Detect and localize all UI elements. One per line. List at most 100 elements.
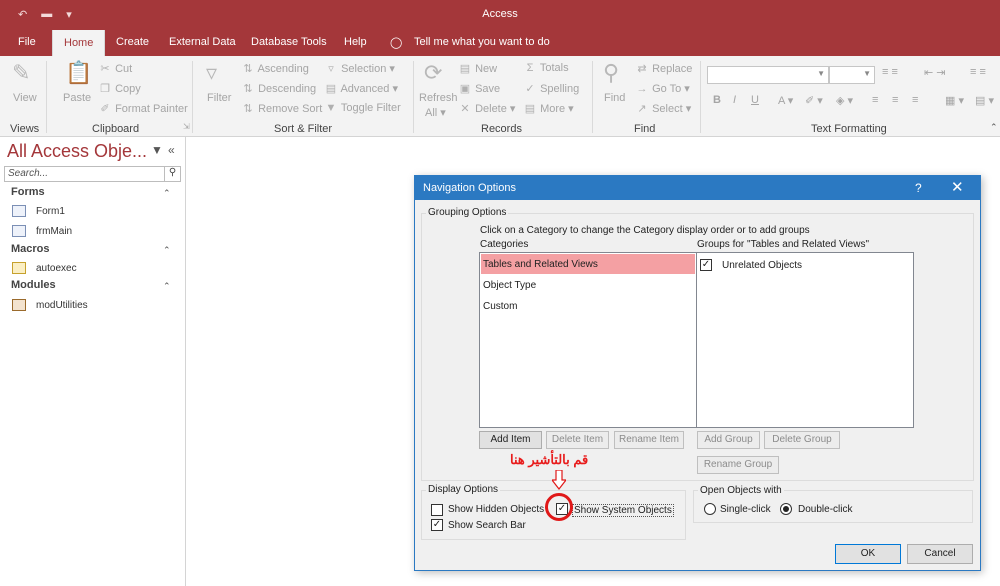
collapse-forms-icon[interactable]: ⌃ [163,188,171,199]
show-system-label[interactable]: Show System Objects [572,504,674,517]
find-button[interactable]: Find [604,92,625,104]
delete-record-button[interactable]: ✕ Delete ▾ [458,102,515,115]
view-button[interactable]: View [13,92,37,104]
show-search-label[interactable]: Show Search Bar [448,520,526,531]
unrelated-objects-checkbox[interactable]: ✓ [700,259,712,271]
add-group-button[interactable]: Add Group [697,431,760,449]
tab-external-data[interactable]: External Data [169,36,236,48]
double-click-label[interactable]: Double-click [798,504,852,515]
more-button[interactable]: ▤ More ▾ [523,102,574,115]
format-painter-label: Format Painter [115,103,188,115]
tab-database-tools[interactable]: Database Tools [251,36,327,48]
single-click-label[interactable]: Single-click [720,504,771,515]
gridlines-icon[interactable]: ▦ ▾ [945,94,964,107]
tab-help[interactable]: Help [344,36,367,48]
new-record-button[interactable]: ▤ New [458,62,497,75]
nav-pane-title[interactable]: All Access Obje... [7,141,147,162]
font-size-combo[interactable]: ▼ [829,66,875,84]
tell-me-box[interactable]: Tell me what you want to do [414,36,550,48]
fill-color-icon[interactable]: ◈ ▾ [836,94,853,107]
selection-button[interactable]: ▿ Selection ▾ [324,62,395,75]
paragraph-icon[interactable]: ≡ ≡ [970,66,986,78]
add-item-button[interactable]: Add Item [479,431,542,449]
align-right-icon[interactable]: ≡ [912,94,918,106]
rename-group-button[interactable]: Rename Group [697,456,779,474]
sort-ascending-icon: ⇅ [243,63,253,75]
cut-button[interactable]: ✂ Cut [98,62,132,75]
nav-search-input[interactable]: Search... ⚲ [4,166,181,182]
double-click-radio[interactable] [780,503,792,515]
align-center-icon[interactable]: ≡ [892,94,898,106]
indent-icon[interactable]: ⇤ ⇥ [924,66,946,79]
toggle-filter-button[interactable]: ▼ Toggle Filter [324,102,401,114]
search-icon[interactable]: ⚲ [164,166,180,182]
groups-list[interactable]: ✓ Unrelated Objects [696,252,914,428]
align-left-icon[interactable]: ≡ [872,94,878,106]
show-search-checkbox[interactable]: ✓ [431,519,443,531]
show-hidden-checkbox[interactable] [431,504,443,516]
delete-label: Delete [475,103,507,115]
annotation-arrow-icon [552,470,566,490]
nav-item-form1[interactable]: Form1 [12,205,65,217]
alt-row-color-icon[interactable]: ▤ ▾ [975,94,994,107]
italic-button[interactable]: I [733,94,736,106]
copy-button[interactable]: ❐ Copy [98,82,141,95]
font-name-combo[interactable]: ▼ [707,66,829,84]
single-click-radio[interactable] [704,503,716,515]
collapse-macros-icon[interactable]: ⌃ [163,245,171,256]
totals-button[interactable]: Σ Totals [523,62,569,74]
delete-item-button[interactable]: Delete Item [546,431,609,449]
close-icon[interactable]: ✕ [951,178,964,196]
all-label: All [425,107,438,119]
group-item-label: Unrelated Objects [722,260,803,271]
goto-icon: → [636,83,648,95]
delete-group-button[interactable]: Delete Group [764,431,840,449]
category-item[interactable]: Tables and Related Views [481,254,695,274]
bold-button[interactable]: B [713,94,721,106]
category-item[interactable]: Object Type [481,275,695,295]
nav-item-autoexec[interactable]: autoexec [12,262,77,274]
descending-button[interactable]: ⇅ Descending [241,82,316,95]
nav-group-modules[interactable]: Modules [11,279,56,291]
nav-item-frmmain[interactable]: frmMain [12,225,72,237]
format-painter-button[interactable]: ✐ Format Painter [98,102,188,115]
nav-group-macros[interactable]: Macros [11,243,50,255]
underline-button[interactable]: U [751,94,759,106]
tab-create[interactable]: Create [116,36,149,48]
collapse-ribbon-icon[interactable]: ⌃ [990,122,998,133]
show-hidden-label[interactable]: Show Hidden Objects [448,504,544,515]
nav-menu-icon[interactable]: ▼ [151,143,163,157]
tab-home[interactable]: Home [52,30,106,57]
spelling-button[interactable]: ✓ Spelling [523,82,579,95]
select-icon: ↗ [637,103,647,115]
advanced-button[interactable]: ▤ Advanced ▾ [324,82,398,95]
remove-sort-button[interactable]: ⇅ Remove Sort [241,102,322,115]
nav-group-forms[interactable]: Forms [11,186,45,198]
shutter-bar-icon[interactable]: « [168,143,175,157]
replace-icon: ⇄ [637,63,647,75]
category-item[interactable]: Custom [481,296,695,316]
select-button[interactable]: ↗ Select ▾ [635,102,691,115]
refresh-all-label[interactable]: All ▾ [425,106,446,119]
ascending-button[interactable]: ⇅ Ascending [241,62,308,75]
cancel-button[interactable]: Cancel [907,544,973,564]
dialog-launcher-icon[interactable]: ⇲ [183,122,190,131]
highlight-icon[interactable]: ✐ ▾ [805,94,823,107]
filter-button[interactable]: Filter [207,92,231,104]
categories-list[interactable]: Tables and Related Views Object Type Cus… [479,252,697,428]
rename-item-button[interactable]: Rename Item [614,431,684,449]
paste-button[interactable]: Paste [63,92,91,104]
goto-button[interactable]: → Go To ▾ [635,82,690,95]
nav-item-modutilities[interactable]: modUtilities [12,299,88,311]
ribbon: ✎ View Views 📋 Paste ✂ Cut ❐ Copy ✐ Form… [0,56,1000,137]
font-color-icon[interactable]: A ▾ [778,94,793,107]
ok-button[interactable]: OK [835,544,901,564]
tab-file[interactable]: File [18,36,36,48]
collapse-modules-icon[interactable]: ⌃ [163,281,171,292]
selection-label: Selection [341,63,387,75]
replace-button[interactable]: ⇄ Replace [635,62,692,75]
help-icon[interactable]: ? [915,181,922,195]
bullets-icon[interactable]: ≡ ≡ [882,66,898,78]
refresh-button[interactable]: Refresh [419,92,458,104]
save-record-button[interactable]: ▣ Save [458,82,500,95]
